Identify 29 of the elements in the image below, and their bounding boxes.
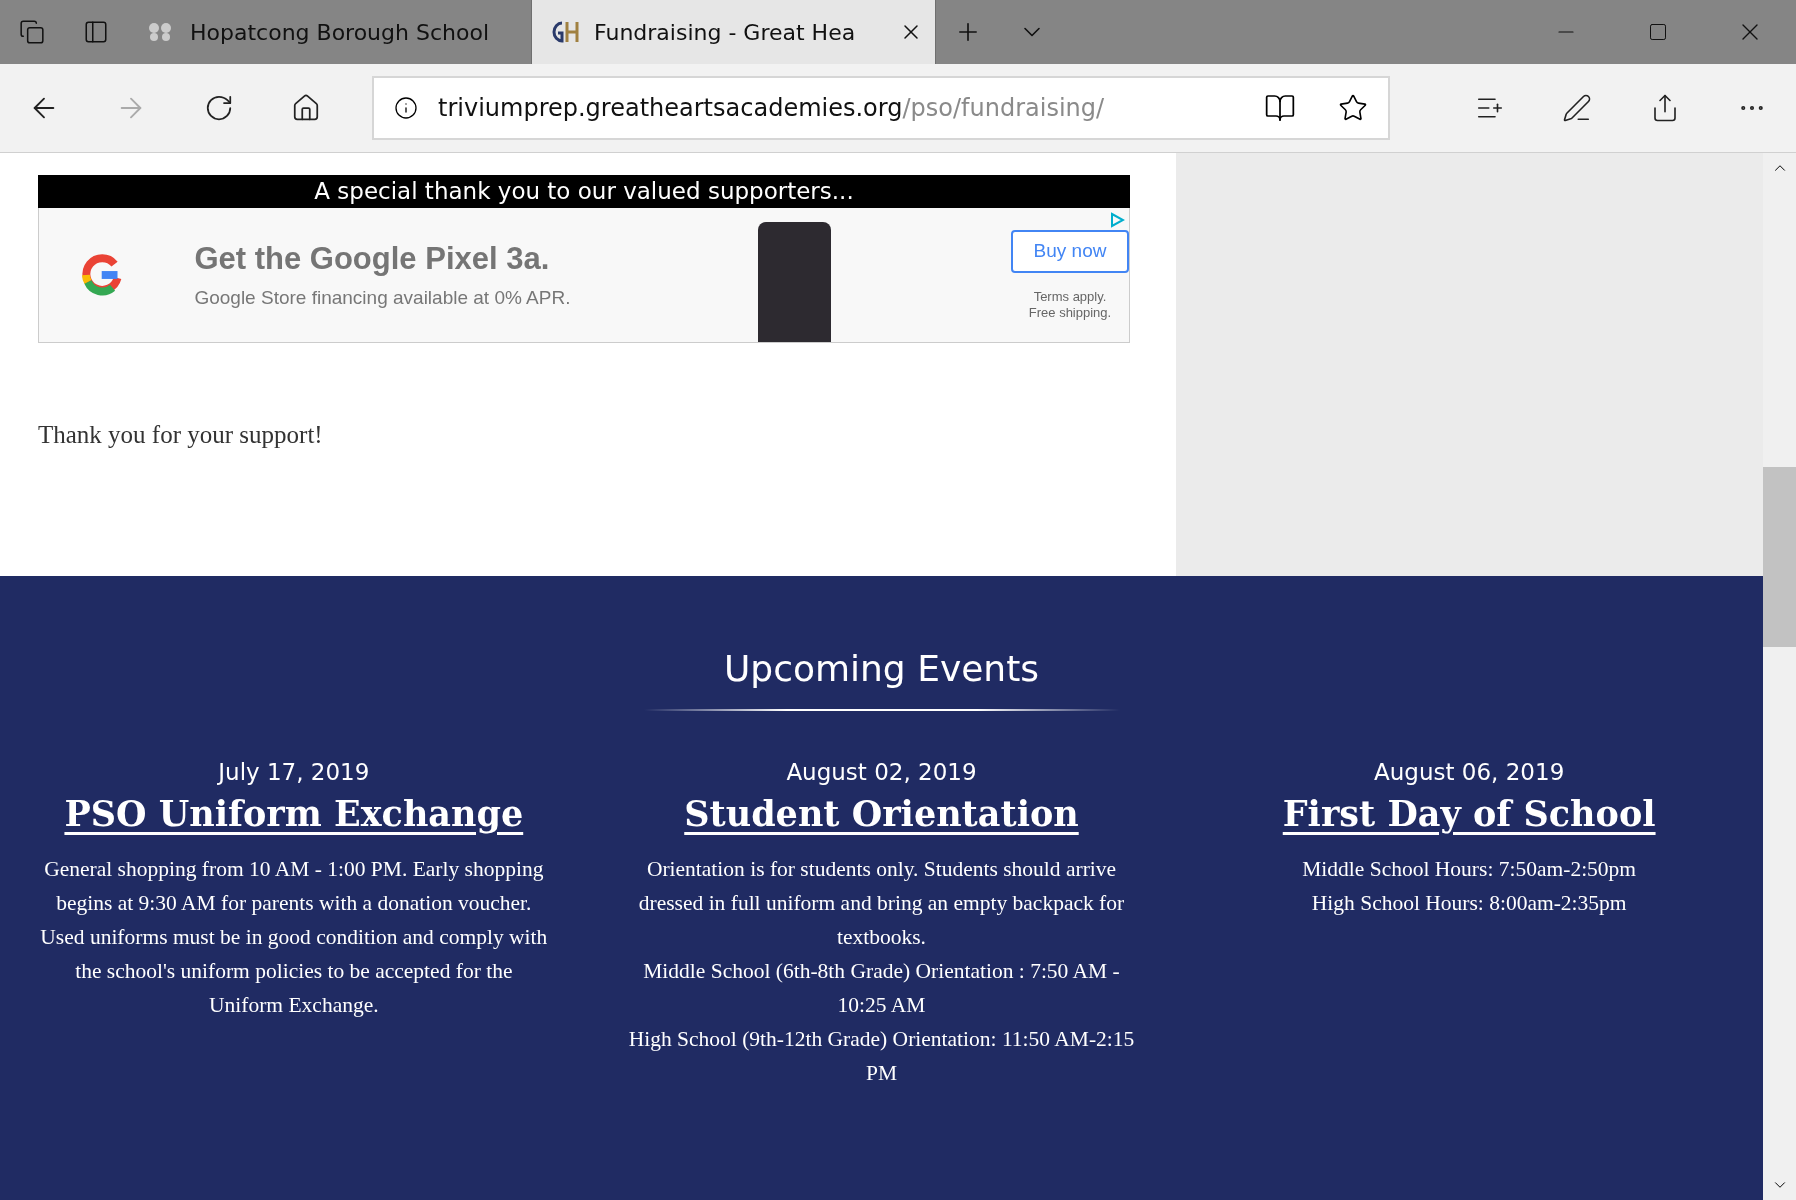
reading-view-icon[interactable]: [1264, 92, 1297, 124]
event-description: General shopping from 10 AM - 1:00 PM. Early shopping begins at 9:30 AM for parents with a donation voucher. Used uniforms must be in good condition and comply with the school's uniform policies to be accepted for the Uniform Exchange.: [39, 856, 549, 1019]
event-date: July 17, 2019: [218, 759, 370, 785]
event-title-link[interactable]: Student Orientation: [684, 793, 1079, 834]
event-date: August 02, 2019: [786, 759, 977, 785]
ad-banner[interactable]: Get the Google Pixel 3a. Google Store financing available at 0% APR. Buy now Terms apply. Free shipping.: [38, 208, 1130, 343]
event-description: Middle School (6th-8th Grade) Orientation : 7:50 AM - 10:25 AM: [642, 958, 1121, 1019]
browser-tab[interactable]: Fundraising - Great Hea: [532, 0, 936, 64]
info-icon: [394, 96, 418, 120]
ad-choices-icon[interactable]: [1109, 212, 1125, 228]
ad-subline: Google Store financing available at 0% APR.: [194, 287, 572, 309]
event-description: High School (9th-12th Grade) Orientation: 11:50 AM-2:15 PM: [627, 1026, 1136, 1087]
event-description: Middle School Hours: 7:50am-2:50pm: [1302, 856, 1637, 883]
url-text: triviumprep.greatheartsacademies.org/pso/fundraising/: [438, 94, 1106, 122]
scrollbar-thumb[interactable]: [1763, 466, 1796, 647]
supporters-banner: A special thank you to our valued supporters...: [38, 175, 1130, 208]
favicon-icon: [550, 19, 580, 45]
favorite-star-icon[interactable]: [1338, 93, 1369, 123]
buy-now-button[interactable]: Buy now: [1011, 229, 1129, 273]
ad-terms: Terms apply. Free shipping.: [1028, 288, 1112, 321]
events-heading: Upcoming Events: [722, 648, 1041, 691]
event-date: August 06, 2019: [1374, 759, 1565, 785]
address-bar[interactable]: triviumprep.greatheartsacademies.org/pso/fundraising/: [372, 76, 1391, 140]
event-title-link[interactable]: PSO Uniform Exchange: [64, 793, 524, 834]
thanks-text: Thank you for your support!: [38, 421, 324, 449]
event-description: High School Hours: 8:00am-2:35pm: [1311, 890, 1627, 917]
event-title-link[interactable]: First Day of School: [1282, 793, 1656, 834]
ad-headline: Get the Google Pixel 3a.: [194, 241, 551, 277]
event-description: Orientation is for students only. Students should arrive dressed in full uniform and bring an empty backpack for textbooks.: [637, 856, 1126, 951]
